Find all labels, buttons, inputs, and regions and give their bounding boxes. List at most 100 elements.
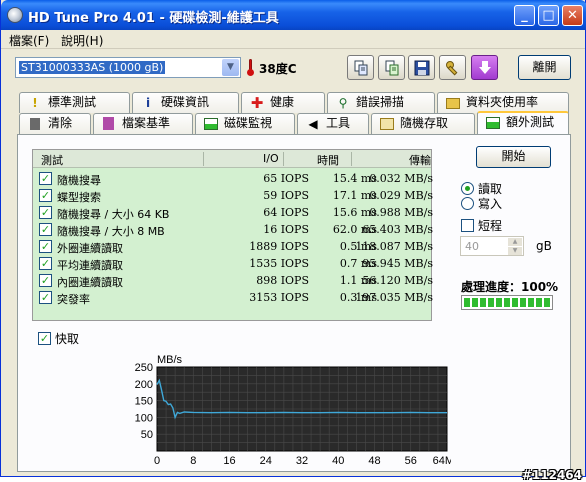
table-row[interactable]: ✓ 蝶型搜索 59 IOPS 17.1 ms 0.029 MB/s (33, 187, 433, 204)
options-button[interactable] (439, 55, 466, 80)
tab-folder-usage[interactable]: 資料夾使用率 (437, 92, 569, 113)
close-button[interactable]: ✕ (562, 5, 583, 26)
x-tick-label: 40 (332, 455, 344, 467)
short-stroke-size-input[interactable]: 40 ▲ ▼ (460, 236, 524, 256)
row-checkbox[interactable]: ✓ (39, 206, 52, 219)
tab-label: 標準測試 (48, 95, 97, 109)
red-cross-icon: ✚ (250, 94, 264, 112)
trash-icon (30, 118, 40, 130)
table-row[interactable]: ✓ 突發率 3153 IOPS 0.3 ms 197.035 MB/s (33, 289, 433, 306)
test-name: 隨機搜尋 / 大小 64 KB (57, 208, 170, 221)
row-checkbox[interactable]: ✓ (39, 172, 52, 185)
info-icon: i (145, 96, 151, 110)
maximize-button[interactable]: □ (538, 5, 559, 26)
minimize-button[interactable]: _ (514, 5, 535, 26)
tab-random-access[interactable]: 隨機存取 (371, 113, 475, 134)
rate-value: 95.945 MB/s (362, 257, 433, 270)
tab-file-benchmark[interactable]: 檔案基準 (93, 113, 193, 134)
row-checkbox[interactable]: ✓ (39, 240, 52, 253)
write-radio[interactable] (461, 197, 474, 210)
tab-label: 健康 (270, 95, 295, 109)
tab-benchmark[interactable]: ! 標準測試 (19, 92, 130, 113)
test-name: 蝶型搜索 (57, 191, 101, 204)
x-tick-label: 32 (296, 455, 308, 467)
progress-label: 處理進度：100% (461, 280, 559, 294)
row-checkbox[interactable]: ✓ (39, 257, 52, 270)
cache-checkbox[interactable]: ✓ (38, 332, 51, 345)
copy-info-button[interactable] (347, 55, 374, 80)
save-button[interactable] (408, 55, 435, 80)
drive-select[interactable]: ST31000333AS (1000 gB) ▼ (15, 57, 241, 78)
test-name: 隨機搜尋 (57, 174, 101, 187)
table-row[interactable]: ✓ 隨機搜尋 / 大小 8 MB 16 IOPS 62.0 ms 65.403 MB/s (33, 221, 433, 238)
spin-up-icon[interactable]: ▲ (508, 238, 522, 246)
short-stroke-size-value: 40 (465, 240, 479, 253)
tab-label: 硬碟資訊 (161, 95, 210, 109)
rate-value: 197.035 MB/s (355, 291, 433, 304)
x-tick-label: 56 (405, 455, 417, 467)
header-rate[interactable]: 傳輸 (409, 152, 431, 168)
header-test[interactable]: 測試 (41, 152, 63, 168)
tab-label: 磁碟監視 (224, 116, 273, 130)
table-row[interactable]: ✓ 隨機搜尋 65 IOPS 15.4 ms 0.032 MB/s (33, 170, 433, 187)
watermark: #112464 (521, 468, 582, 482)
chevron-down-icon[interactable]: ▼ (222, 59, 239, 76)
short-stroke-checkbox[interactable] (461, 219, 474, 232)
read-radio[interactable] (461, 182, 474, 195)
tab-label: 隨機存取 (400, 116, 449, 130)
test-name: 外圈連續讀取 (57, 242, 123, 255)
tab-tools[interactable]: ◀ 工具 (297, 113, 369, 134)
tab-label: 錯誤掃描 (356, 95, 405, 109)
download-button[interactable] (471, 55, 498, 80)
row-checkbox[interactable]: ✓ (39, 291, 52, 304)
header-time[interactable]: 時間 (317, 152, 339, 168)
header-io[interactable]: I/O (263, 152, 279, 165)
table-row[interactable]: ✓ 平均連續讀取 1535 IOPS 0.7 ms 95.945 MB/s (33, 255, 433, 272)
tab-label: 檔案基準 (122, 116, 171, 130)
copy-all-button[interactable] (378, 55, 405, 80)
x-tick-label: 8 (190, 455, 196, 467)
exclamation-icon: ! (32, 96, 38, 110)
x-tick-label: 64MB (433, 455, 451, 467)
spin-down-icon[interactable]: ▼ (508, 247, 522, 255)
folder-icon (446, 98, 460, 109)
rate-value: 56.120 MB/s (362, 274, 433, 287)
table-row[interactable]: ✓ 隨機搜尋 / 大小 64 KB 64 IOPS 15.6 ms 0.988 MB/s (33, 204, 433, 221)
row-checkbox[interactable]: ✓ (39, 223, 52, 236)
extra-tests-icon (486, 117, 500, 129)
row-checkbox[interactable]: ✓ (39, 189, 52, 202)
tab-disk-monitor[interactable]: 磁碟監視 (195, 113, 295, 134)
start-button[interactable]: 開始 (476, 146, 551, 168)
title-bar[interactable]: HD Tune Pro 4.01 - 硬碟檢測-維護工具 _ □ ✕ (1, 0, 586, 30)
rate-value: 0.029 MB/s (369, 189, 433, 202)
drive-select-value: ST31000333AS (1000 gB) (19, 61, 166, 74)
magnifier-icon: ⚲ (338, 96, 348, 110)
y-tick-label: 250 (135, 362, 153, 374)
x-tick-label: 16 (223, 455, 235, 467)
test-name: 平均連續讀取 (57, 259, 123, 272)
test-name: 隨機搜尋 / 大小 8 MB (57, 225, 165, 238)
tab-label: 額外測試 (506, 115, 555, 129)
progress-fill (464, 298, 550, 307)
menu-file[interactable]: 檔案(F) (9, 32, 49, 49)
thermometer-icon (247, 59, 254, 76)
row-checkbox[interactable]: ✓ (39, 274, 52, 287)
table-row[interactable]: ✓ 外圈連續讀取 1889 IOPS 0.5 ms 118.087 MB/s (33, 238, 433, 255)
app-window: HD Tune Pro 4.01 - 硬碟檢測-維護工具 _ □ ✕ 檔案(F)… (0, 0, 586, 477)
monitor-chart-icon (204, 118, 218, 130)
menu-help[interactable]: 說明(H) (61, 32, 103, 49)
speaker-icon: ◀ (308, 117, 318, 131)
tab-health[interactable]: ✚ 健康 (241, 92, 325, 113)
tab-label: 清除 (48, 116, 73, 130)
results-table: 測試 I/O 時間 傳輸 ✓ 隨機搜尋 65 IOPS 15.4 ms 0.032 MB… (32, 149, 433, 321)
tab-info[interactable]: i 硬碟資訊 (132, 92, 239, 113)
tab-extra-tests[interactable]: 額外測試 (477, 111, 569, 134)
y-tick-label: 50 (141, 429, 153, 441)
tab-erase[interactable]: 清除 (19, 113, 91, 134)
tab-error-scan[interactable]: ⚲ 錯誤掃描 (327, 92, 435, 113)
rate-value: 118.087 MB/s (355, 240, 433, 253)
exit-button[interactable]: 離開 (518, 55, 571, 80)
y-tick-label: 150 (135, 396, 153, 408)
table-row[interactable]: ✓ 內圈連續讀取 898 IOPS 1.1 ms 56.120 MB/s (33, 272, 433, 289)
extra-tests-panel: 測試 I/O 時間 傳輸 ✓ 隨機搜尋 65 IOPS 15.4 ms 0.032 MB… (17, 134, 571, 472)
